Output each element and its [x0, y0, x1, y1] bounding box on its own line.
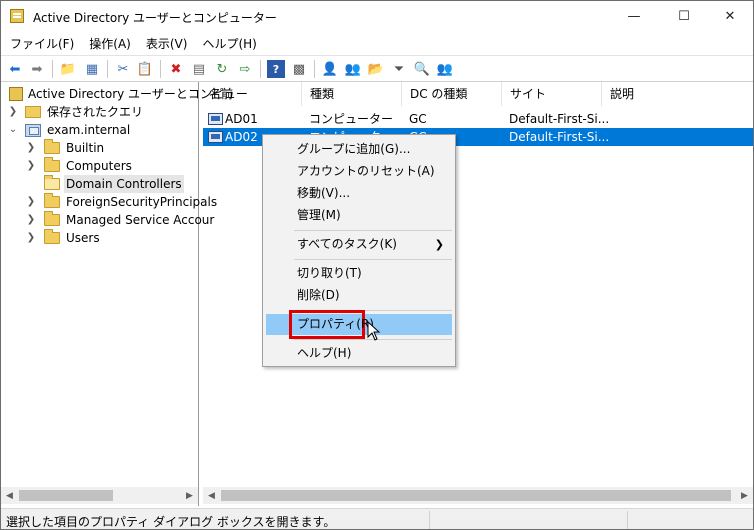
menu-view[interactable]: 表示(V) [137, 32, 194, 54]
list-row[interactable]: AD01 コンピューター GC Default-First-Si... [203, 110, 753, 128]
chevron-right-icon[interactable]: ❯ [7, 103, 19, 121]
scroll-right-icon[interactable]: ▶ [736, 487, 753, 504]
menu-file[interactable]: ファイル(F) [1, 32, 80, 54]
action-pane-icon[interactable]: ▩ [290, 60, 308, 78]
title-bar: Active Directory ユーザーとコンピューター — ☐ ✕ [1, 1, 753, 32]
folder-icon [44, 193, 60, 208]
refresh-icon[interactable]: ↻ [213, 60, 231, 78]
menu-item-add-to-group[interactable]: グループに追加(G)... [266, 139, 452, 160]
show-hide-tree-icon[interactable]: ▦ [83, 60, 101, 78]
help-icon[interactable]: ? [267, 60, 285, 78]
tree-horizontal-scrollbar[interactable]: ◀ ▶ [1, 487, 198, 504]
chevron-right-icon[interactable]: ❯ [25, 157, 37, 175]
status-bar: 選択した項目のプロパティ ダイアログ ボックスを開きます。 [1, 508, 753, 529]
open-folder-icon [44, 175, 60, 190]
column-header-description[interactable]: 説明 [602, 82, 753, 106]
menu-item-all-tasks-label: すべてのタスク(K) [297, 237, 397, 251]
scrollbar-thumb[interactable] [221, 490, 731, 501]
menu-item-cut[interactable]: 切り取り(T) [266, 263, 452, 284]
menu-item-help[interactable]: ヘルプ(H) [266, 343, 452, 364]
minimize-button[interactable]: — [611, 1, 657, 32]
close-button[interactable]: ✕ [707, 1, 753, 32]
chevron-right-icon[interactable]: ❯ [25, 193, 37, 211]
app-icon [10, 9, 24, 23]
chevron-right-icon[interactable]: ❯ [25, 229, 37, 247]
folder-icon [44, 139, 60, 154]
scrollbar-thumb[interactable] [19, 490, 113, 501]
menu-item-delete[interactable]: 削除(D) [266, 285, 452, 306]
scroll-left-icon[interactable]: ◀ [1, 487, 18, 504]
mmc-window: Active Directory ユーザーとコンピューター — ☐ ✕ ファイル… [0, 0, 754, 530]
maximize-button[interactable]: ☐ [661, 1, 707, 32]
chevron-right-icon[interactable]: ❯ [25, 139, 37, 157]
minimize-icon: — [627, 9, 641, 24]
mouse-cursor-icon [367, 321, 381, 341]
chevron-down-icon[interactable]: ⌄ [7, 121, 19, 139]
new-user-icon[interactable]: 👤 [321, 60, 339, 78]
menu-help[interactable]: ヘルプ(H) [193, 32, 262, 54]
menu-item-reset-account[interactable]: アカウントのリセット(A) [266, 161, 452, 182]
export-list-icon[interactable]: ⇨ [236, 60, 254, 78]
properties-icon[interactable]: ▤ [190, 60, 208, 78]
folder-icon [44, 229, 60, 244]
new-group-icon[interactable]: 👥 [344, 60, 362, 78]
tree-pane: Active Directory ユーザーとコンピュー ❯ 保存されたクエリ ⌄… [1, 82, 248, 506]
chevron-right-icon: ❯ [434, 238, 444, 251]
new-ou-icon[interactable]: 📂 [367, 60, 385, 78]
folder-icon [44, 211, 60, 226]
chevron-right-icon[interactable]: ❯ [25, 211, 37, 229]
menu-item-properties-label: プロパティ(R) [297, 317, 374, 331]
saved-queries-folder-icon [25, 106, 41, 118]
copy-icon[interactable]: 📋 [136, 60, 154, 78]
up-folder-icon[interactable]: 📁 [59, 60, 77, 78]
domain-controller-icon [208, 131, 223, 143]
domain-icon [25, 124, 41, 137]
folder-icon [44, 157, 60, 172]
toolbar: ⬅ ➡ 📁 ▦ ✂ 📋 ✖ ▤ ↻ ⇨ ? ▩ 👤 👥 📂 ⏷ 🔍 👥 [1, 55, 753, 82]
find-icon[interactable]: 🔍 [413, 60, 431, 78]
filter-icon[interactable]: ⏷ [390, 60, 408, 78]
scroll-left-icon[interactable]: ◀ [203, 487, 220, 504]
column-header-dc-type[interactable]: DC の種類 [402, 82, 502, 106]
menu-item-move[interactable]: 移動(V)... [266, 183, 452, 204]
scroll-right-icon[interactable]: ▶ [181, 487, 198, 504]
delete-icon[interactable]: ✖ [167, 60, 185, 78]
status-text: 選択した項目のプロパティ ダイアログ ボックスを開きます。 [6, 515, 336, 529]
close-icon: ✕ [724, 9, 736, 24]
list-horizontal-scrollbar[interactable]: ◀ ▶ [203, 487, 753, 504]
column-header-type[interactable]: 種類 [302, 82, 402, 106]
context-menu: グループに追加(G)... アカウントのリセット(A) 移動(V)... 管理(… [262, 134, 456, 367]
menu-item-manage[interactable]: 管理(M) [266, 205, 452, 226]
add-to-group-icon[interactable]: 👥 [436, 60, 454, 78]
column-header-site[interactable]: サイト [502, 82, 602, 106]
maximize-icon: ☐ [678, 9, 690, 24]
window-title: Active Directory ユーザーとコンピューター [33, 11, 277, 25]
menu-bar: ファイル(F) 操作(A) 表示(V) ヘルプ(H) [1, 32, 753, 54]
column-header-name[interactable]: 名前 [201, 82, 302, 106]
menu-item-all-tasks[interactable]: すべてのタスク(K) ❯ [266, 234, 452, 255]
menu-item-properties[interactable]: プロパティ(R) [266, 310, 452, 339]
forward-icon[interactable]: ➡ [28, 60, 46, 78]
back-icon[interactable]: ⬅ [6, 60, 24, 78]
snapin-icon [9, 87, 23, 101]
domain-controller-icon [208, 113, 223, 125]
cut-icon[interactable]: ✂ [114, 60, 132, 78]
menu-action[interactable]: 操作(A) [80, 32, 137, 54]
